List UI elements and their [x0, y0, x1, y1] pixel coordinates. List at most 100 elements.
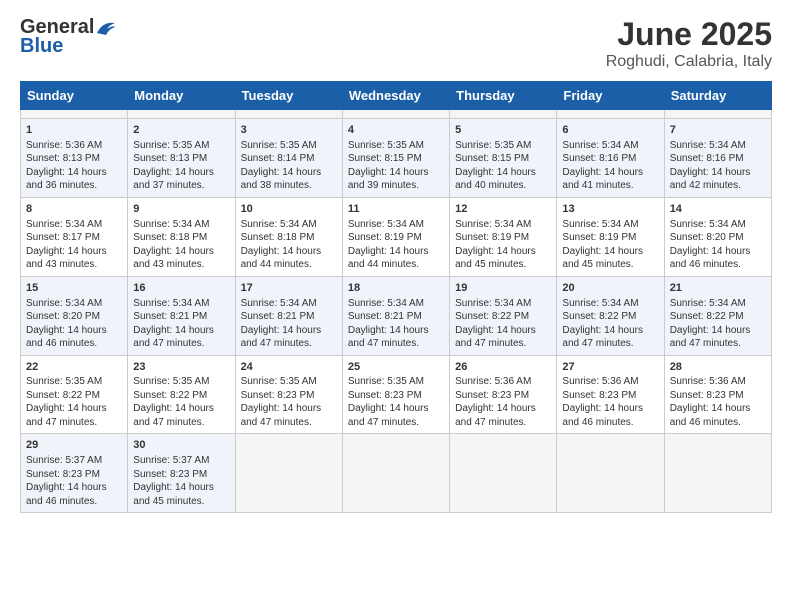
calendar-day-cell: 25Sunrise: 5:35 AMSunset: 8:23 PMDayligh…	[342, 355, 449, 434]
daylight-text: Daylight: 14 hours and 47 minutes.	[26, 402, 122, 429]
daylight-text: Daylight: 14 hours and 47 minutes.	[455, 402, 551, 429]
day-number: 9	[133, 202, 229, 217]
daylight-text: Daylight: 14 hours and 46 minutes.	[26, 324, 122, 351]
sunrise-text: Sunrise: 5:37 AM	[133, 454, 229, 468]
sunrise-text: Sunrise: 5:36 AM	[455, 375, 551, 389]
daylight-text: Daylight: 14 hours and 41 minutes.	[562, 166, 658, 193]
daylight-text: Daylight: 14 hours and 47 minutes.	[241, 324, 337, 351]
sunrise-text: Sunrise: 5:37 AM	[26, 454, 122, 468]
header: General Blue June 2025 Roghudi, Calabria…	[20, 16, 772, 71]
sunset-text: Sunset: 8:22 PM	[26, 389, 122, 403]
sunset-text: Sunset: 8:14 PM	[241, 152, 337, 166]
calendar-day-cell	[235, 434, 342, 513]
calendar-week-row: 22Sunrise: 5:35 AMSunset: 8:22 PMDayligh…	[21, 355, 772, 434]
sunset-text: Sunset: 8:23 PM	[348, 389, 444, 403]
daylight-text: Daylight: 14 hours and 47 minutes.	[670, 324, 766, 351]
daylight-text: Daylight: 14 hours and 42 minutes.	[670, 166, 766, 193]
sunrise-text: Sunrise: 5:34 AM	[670, 218, 766, 232]
day-number: 26	[455, 360, 551, 375]
sunrise-text: Sunrise: 5:35 AM	[241, 375, 337, 389]
sunset-text: Sunset: 8:17 PM	[26, 231, 122, 245]
day-number: 19	[455, 281, 551, 296]
calendar-day-cell: 24Sunrise: 5:35 AMSunset: 8:23 PMDayligh…	[235, 355, 342, 434]
day-number: 12	[455, 202, 551, 217]
day-number: 1	[26, 123, 122, 138]
calendar-day-cell	[450, 434, 557, 513]
col-sunday: Sunday	[21, 82, 128, 110]
calendar-day-cell: 26Sunrise: 5:36 AMSunset: 8:23 PMDayligh…	[450, 355, 557, 434]
calendar-table: Sunday Monday Tuesday Wednesday Thursday…	[20, 81, 772, 513]
calendar-day-cell: 22Sunrise: 5:35 AMSunset: 8:22 PMDayligh…	[21, 355, 128, 434]
sunset-text: Sunset: 8:21 PM	[241, 310, 337, 324]
daylight-text: Daylight: 14 hours and 47 minutes.	[241, 402, 337, 429]
page-container: General Blue June 2025 Roghudi, Calabria…	[0, 0, 792, 523]
day-number: 10	[241, 202, 337, 217]
day-number: 6	[562, 123, 658, 138]
daylight-text: Daylight: 14 hours and 45 minutes.	[455, 245, 551, 272]
daylight-text: Daylight: 14 hours and 47 minutes.	[562, 324, 658, 351]
sunset-text: Sunset: 8:19 PM	[562, 231, 658, 245]
sunset-text: Sunset: 8:23 PM	[670, 389, 766, 403]
calendar-day-cell: 6Sunrise: 5:34 AMSunset: 8:16 PMDaylight…	[557, 119, 664, 198]
day-number: 27	[562, 360, 658, 375]
day-number: 24	[241, 360, 337, 375]
sunset-text: Sunset: 8:13 PM	[133, 152, 229, 166]
calendar-day-cell: 7Sunrise: 5:34 AMSunset: 8:16 PMDaylight…	[664, 119, 771, 198]
sunset-text: Sunset: 8:21 PM	[348, 310, 444, 324]
day-number: 28	[670, 360, 766, 375]
calendar-day-cell	[21, 110, 128, 119]
col-tuesday: Tuesday	[235, 82, 342, 110]
day-number: 17	[241, 281, 337, 296]
sunset-text: Sunset: 8:15 PM	[455, 152, 551, 166]
sunset-text: Sunset: 8:16 PM	[670, 152, 766, 166]
calendar-day-cell: 14Sunrise: 5:34 AMSunset: 8:20 PMDayligh…	[664, 197, 771, 276]
sunset-text: Sunset: 8:23 PM	[562, 389, 658, 403]
calendar-day-cell: 17Sunrise: 5:34 AMSunset: 8:21 PMDayligh…	[235, 276, 342, 355]
logo: General Blue	[20, 16, 117, 58]
calendar-day-cell: 8Sunrise: 5:34 AMSunset: 8:17 PMDaylight…	[21, 197, 128, 276]
calendar-day-cell	[664, 110, 771, 119]
sunrise-text: Sunrise: 5:34 AM	[562, 297, 658, 311]
calendar-day-cell: 4Sunrise: 5:35 AMSunset: 8:15 PMDaylight…	[342, 119, 449, 198]
sunset-text: Sunset: 8:19 PM	[348, 231, 444, 245]
logo-bird-icon	[95, 19, 117, 37]
daylight-text: Daylight: 14 hours and 39 minutes.	[348, 166, 444, 193]
sunrise-text: Sunrise: 5:34 AM	[348, 218, 444, 232]
sunrise-text: Sunrise: 5:34 AM	[26, 297, 122, 311]
calendar-title: June 2025	[606, 16, 772, 53]
daylight-text: Daylight: 14 hours and 43 minutes.	[26, 245, 122, 272]
calendar-day-cell: 11Sunrise: 5:34 AMSunset: 8:19 PMDayligh…	[342, 197, 449, 276]
sunrise-text: Sunrise: 5:36 AM	[26, 139, 122, 153]
daylight-text: Daylight: 14 hours and 46 minutes.	[562, 402, 658, 429]
calendar-day-cell	[342, 110, 449, 119]
day-number: 7	[670, 123, 766, 138]
calendar-day-cell: 19Sunrise: 5:34 AMSunset: 8:22 PMDayligh…	[450, 276, 557, 355]
sunset-text: Sunset: 8:19 PM	[455, 231, 551, 245]
daylight-text: Daylight: 14 hours and 36 minutes.	[26, 166, 122, 193]
calendar-day-cell	[557, 110, 664, 119]
calendar-day-cell: 18Sunrise: 5:34 AMSunset: 8:21 PMDayligh…	[342, 276, 449, 355]
calendar-day-cell: 10Sunrise: 5:34 AMSunset: 8:18 PMDayligh…	[235, 197, 342, 276]
calendar-day-cell: 3Sunrise: 5:35 AMSunset: 8:14 PMDaylight…	[235, 119, 342, 198]
sunrise-text: Sunrise: 5:34 AM	[455, 218, 551, 232]
calendar-day-cell: 1Sunrise: 5:36 AMSunset: 8:13 PMDaylight…	[21, 119, 128, 198]
sunset-text: Sunset: 8:18 PM	[241, 231, 337, 245]
daylight-text: Daylight: 14 hours and 45 minutes.	[562, 245, 658, 272]
title-block: June 2025 Roghudi, Calabria, Italy	[606, 16, 772, 71]
sunrise-text: Sunrise: 5:35 AM	[348, 375, 444, 389]
col-saturday: Saturday	[664, 82, 771, 110]
day-number: 18	[348, 281, 444, 296]
sunset-text: Sunset: 8:20 PM	[670, 231, 766, 245]
sunrise-text: Sunrise: 5:34 AM	[241, 297, 337, 311]
calendar-day-cell: 21Sunrise: 5:34 AMSunset: 8:22 PMDayligh…	[664, 276, 771, 355]
sunset-text: Sunset: 8:23 PM	[455, 389, 551, 403]
daylight-text: Daylight: 14 hours and 44 minutes.	[241, 245, 337, 272]
col-monday: Monday	[128, 82, 235, 110]
calendar-day-cell: 9Sunrise: 5:34 AMSunset: 8:18 PMDaylight…	[128, 197, 235, 276]
daylight-text: Daylight: 14 hours and 47 minutes.	[133, 402, 229, 429]
day-number: 8	[26, 202, 122, 217]
daylight-text: Daylight: 14 hours and 44 minutes.	[348, 245, 444, 272]
sunset-text: Sunset: 8:22 PM	[670, 310, 766, 324]
calendar-day-cell	[128, 110, 235, 119]
day-number: 22	[26, 360, 122, 375]
